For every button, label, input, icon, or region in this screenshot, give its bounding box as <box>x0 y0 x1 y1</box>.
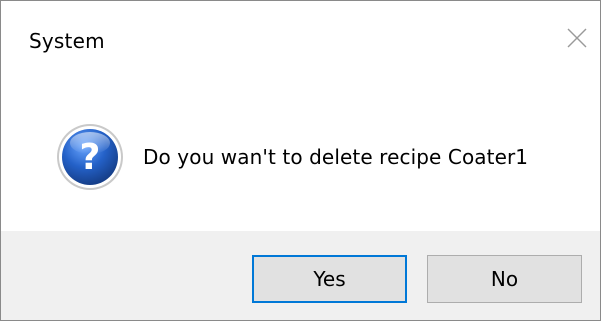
dialog-title: System <box>29 29 105 53</box>
button-bar: Yes No <box>1 231 600 320</box>
close-icon <box>567 28 587 48</box>
close-button[interactable] <box>560 21 594 55</box>
yes-button[interactable]: Yes <box>252 255 407 303</box>
dialog-content: ? Do you wan't to delete recipe Coater1 <box>1 77 600 231</box>
svg-text:?: ? <box>80 137 101 178</box>
no-button[interactable]: No <box>427 255 582 303</box>
question-icon: ? <box>57 124 123 190</box>
message-dialog: System ? Do you wan't to delete recipe C… <box>0 0 601 321</box>
dialog-message: Do you wan't to delete recipe Coater1 <box>143 145 529 169</box>
title-bar: System <box>1 1 600 77</box>
